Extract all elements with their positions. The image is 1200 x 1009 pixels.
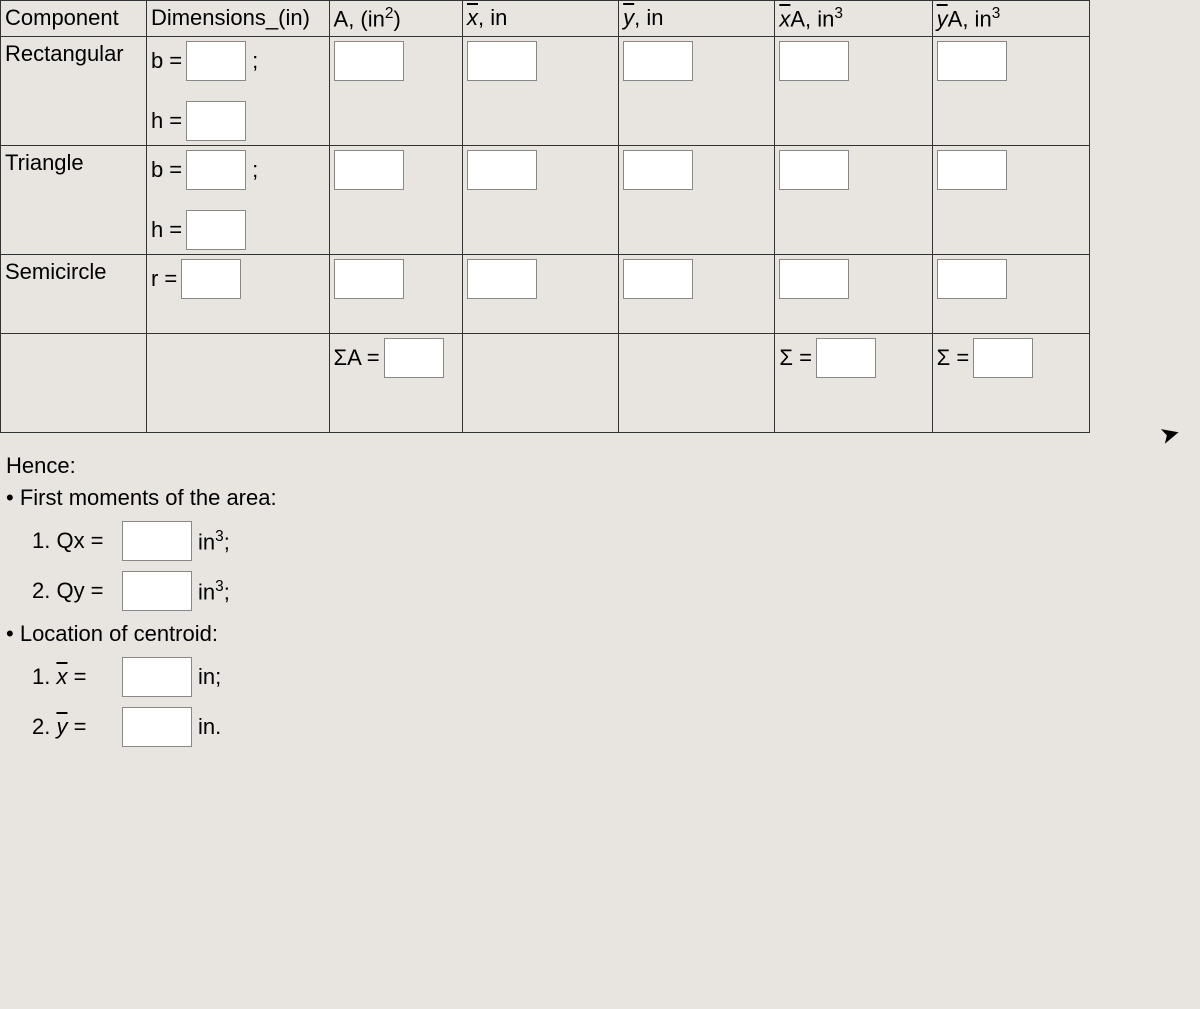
tri-ybar-input[interactable] (623, 150, 693, 190)
sigmaA-label: ΣA = (334, 345, 380, 371)
qy-label: 2. Qy = (32, 578, 122, 604)
rect-h-label: h = (151, 108, 182, 134)
header-yA: yA, in3 (932, 1, 1089, 37)
sum-yA-cell: Σ = (932, 334, 1089, 433)
header-component: Component (1, 1, 147, 37)
semi-xA-cell (775, 255, 932, 334)
tri-area-input[interactable] (334, 150, 404, 190)
rect-b-input[interactable] (186, 41, 246, 81)
sigma-yA-input[interactable] (973, 338, 1033, 378)
qy-row: 2. Qy = in3; (32, 571, 1194, 611)
sum-blank1 (1, 334, 147, 433)
row-sum: ΣA = Σ = Σ = (1, 334, 1090, 433)
tri-xA-input[interactable] (779, 150, 849, 190)
semi-name: Semicircle (1, 255, 147, 334)
tri-xbar-cell (462, 146, 618, 255)
centroid-table: Component Dimensions_(in) A, (in2) x, in… (0, 0, 1090, 433)
semicolon: ; (252, 157, 258, 183)
semi-yA-cell (932, 255, 1089, 334)
rect-area-cell (329, 37, 462, 146)
header-dimensions: Dimensions_(in) (146, 1, 329, 37)
semi-dimensions: r = (146, 255, 329, 334)
qx-row: 1. Qx = in3; (32, 521, 1194, 561)
ybar-out-unit: in. (198, 714, 221, 740)
ybar-out-label: 2. y = (32, 714, 122, 740)
sigmaA-input[interactable] (384, 338, 444, 378)
tri-yA-cell (932, 146, 1089, 255)
tri-b-input[interactable] (186, 150, 246, 190)
xbar-out-label: 1. x = (32, 664, 122, 690)
tri-name: Triangle (1, 146, 147, 255)
semi-area-input[interactable] (334, 259, 404, 299)
rect-xbar-input[interactable] (467, 41, 537, 81)
tri-xA-cell (775, 146, 932, 255)
sum-ybar-blank (619, 334, 775, 433)
rect-area-input[interactable] (334, 41, 404, 81)
hence-label: Hence: (6, 453, 1194, 479)
row-triangle: Triangle b = ; h = (1, 146, 1090, 255)
row-rectangular: Rectangular b = ; h = (1, 37, 1090, 146)
rect-b-label: b = (151, 48, 182, 74)
qx-input[interactable] (122, 521, 192, 561)
tri-dimensions: b = ; h = (146, 146, 329, 255)
rect-yA-input[interactable] (937, 41, 1007, 81)
rect-yA-cell (932, 37, 1089, 146)
semi-ybar-cell (619, 255, 775, 334)
ybar-row: 2. y = in. (32, 707, 1194, 747)
tri-h-input[interactable] (186, 210, 246, 250)
sum-xA-cell: Σ = (775, 334, 932, 433)
xbar-out-input[interactable] (122, 657, 192, 697)
semi-xbar-input[interactable] (467, 259, 537, 299)
qx-unit: in3; (198, 528, 230, 555)
below-section: Hence: • First moments of the area: 1. Q… (0, 433, 1200, 763)
sigma-xA-label: Σ = (779, 345, 812, 371)
tri-xbar-input[interactable] (467, 150, 537, 190)
semi-ybar-input[interactable] (623, 259, 693, 299)
header-xA: xA, in3 (775, 1, 932, 37)
rect-h-input[interactable] (186, 101, 246, 141)
rect-ybar-cell (619, 37, 775, 146)
semi-r-label: r = (151, 266, 177, 292)
semi-yA-input[interactable] (937, 259, 1007, 299)
rect-xbar-cell (462, 37, 618, 146)
sum-area-cell: ΣA = (329, 334, 462, 433)
location-label: • Location of centroid: (6, 621, 1194, 647)
tri-h-label: h = (151, 217, 182, 243)
header-area: A, (in2) (329, 1, 462, 37)
tri-area-cell (329, 146, 462, 255)
rect-xA-cell (775, 37, 932, 146)
rect-ybar-input[interactable] (623, 41, 693, 81)
sum-xbar-blank (462, 334, 618, 433)
first-moments-label: • First moments of the area: (6, 485, 1194, 511)
header-ybar: y, in (619, 1, 775, 37)
semi-xA-input[interactable] (779, 259, 849, 299)
semicolon: ; (252, 48, 258, 74)
qy-unit: in3; (198, 578, 230, 605)
xbar-out-unit: in; (198, 664, 221, 690)
tri-ybar-cell (619, 146, 775, 255)
header-row: Component Dimensions_(in) A, (in2) x, in… (1, 1, 1090, 37)
rect-dimensions: b = ; h = (146, 37, 329, 146)
semi-r-input[interactable] (181, 259, 241, 299)
row-semicircle: Semicircle r = (1, 255, 1090, 334)
rect-xA-input[interactable] (779, 41, 849, 81)
tri-b-label: b = (151, 157, 182, 183)
semi-area-cell (329, 255, 462, 334)
qy-input[interactable] (122, 571, 192, 611)
header-xbar: x, in (462, 1, 618, 37)
semi-xbar-cell (462, 255, 618, 334)
tri-yA-input[interactable] (937, 150, 1007, 190)
xbar-row: 1. x = in; (32, 657, 1194, 697)
qx-label: 1. Qx = (32, 528, 122, 554)
rect-name: Rectangular (1, 37, 147, 146)
sigma-xA-input[interactable] (816, 338, 876, 378)
sum-blank2 (146, 334, 329, 433)
sigma-yA-label: Σ = (937, 345, 970, 371)
ybar-out-input[interactable] (122, 707, 192, 747)
